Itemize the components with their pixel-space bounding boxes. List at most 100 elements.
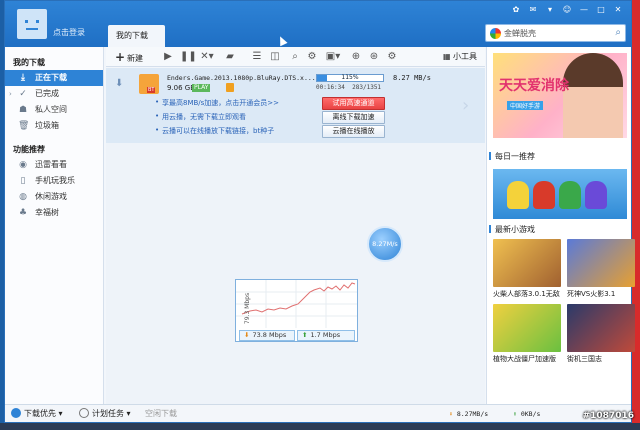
speed-graph-plot: [236, 280, 357, 328]
sidebar-item-label: 手机玩我乐: [35, 176, 75, 185]
sidebar-item-mobile[interactable]: ▯ 手机玩我乐: [5, 173, 103, 189]
sort-list-icon[interactable]: ☰: [251, 50, 263, 64]
tools-button[interactable]: ▦ 小工具: [441, 50, 479, 64]
idle-download-button[interactable]: 空闲下载: [145, 408, 177, 420]
game-caption: 火柴人部落3.0.1无敌: [493, 290, 560, 298]
search-task-icon[interactable]: ⌕: [289, 50, 301, 64]
sidebar-section-downloads: 我的下载: [13, 58, 45, 67]
task-speed: 8.27 MB/s: [393, 74, 431, 82]
ad-figure: [563, 53, 623, 138]
settings-gear-icon[interactable]: ⚙: [386, 50, 398, 64]
expand-panel-icon[interactable]: ›: [462, 95, 469, 116]
download-task-row[interactable]: ⬇ BT Enders.Game.2013.1080p.BluRay.DTS.x…: [106, 68, 485, 143]
chat-icon[interactable]: ✉: [528, 6, 538, 14]
sidebar-item-completed[interactable]: › ✓ 已完成: [5, 86, 103, 102]
sidebar-item-private[interactable]: ☗ 私人空间: [5, 102, 103, 118]
ad-sub: 中国好手游: [507, 101, 544, 110]
vip-badge-icon[interactable]: [226, 83, 234, 92]
game-caption: 植物大战僵尸加速版: [493, 355, 556, 363]
sidebar-item-tree[interactable]: ♣ 幸福树: [5, 205, 103, 221]
new-games-title: 最新小游戏: [489, 225, 535, 234]
sidebar-item-label: 休闲游戏: [35, 192, 67, 201]
close-icon[interactable]: ✕: [613, 6, 623, 14]
sidebar-item-label: 正在下载: [35, 73, 67, 82]
task-time: 00:16:34 283/1351: [316, 84, 381, 91]
search-icon[interactable]: ⌕: [615, 27, 621, 38]
down-arrow-icon: ⬇: [244, 331, 250, 339]
sidebar-item-downloading[interactable]: ⤓ 正在下载: [5, 70, 103, 86]
graph-down-value: 73.8 Mbps: [252, 331, 287, 339]
task-filename: Enders.Game.2013.1080p.BluRay.DTS.x...: [167, 74, 316, 82]
priority-label: 下载优先: [24, 409, 56, 418]
game-tile[interactable]: 植物大战僵尸加速版: [493, 304, 561, 364]
play-badge[interactable]: PLAY: [192, 84, 211, 92]
thunder-window: 点击登录 我的下载 ✿ ✉ ▾ ☺ — □ ✕ ⌕ 我的下载 ⤓ 正在下载 › …: [4, 0, 635, 423]
new-task-button[interactable]: + 新建: [114, 50, 144, 64]
tree-icon: ♣: [18, 208, 28, 218]
phone-icon: ▯: [20, 176, 26, 186]
game-thumbnail: [493, 304, 561, 352]
sidebar-item-kankan[interactable]: ◉ 迅雷看看: [5, 157, 103, 173]
open-folder-button[interactable]: ▰: [224, 50, 236, 64]
watermark: #1087016: [582, 411, 634, 421]
daily-recommend-banner[interactable]: [493, 169, 627, 219]
up-arrow-icon: ⬆: [302, 331, 308, 339]
download-icon: ⤓: [21, 73, 25, 83]
offline-download-button[interactable]: 离线下载加速: [322, 111, 385, 124]
tip-vip-link[interactable]: 享最高8MB/s加速，点击开通会员>>: [155, 98, 279, 108]
avatar[interactable]: [17, 9, 47, 39]
user-icon: ☗: [18, 105, 28, 115]
game-tile[interactable]: 街机三国志: [567, 304, 635, 364]
sidebar-item-games[interactable]: ◍ 休闲游戏: [5, 189, 103, 205]
task-elapsed: 00:16:34: [316, 84, 345, 91]
status-bar: 下载优先 ▾ 计划任务 ▾ 空闲下载 ⬇ 8.27MB/s ⬆ 0KB/s: [5, 404, 631, 422]
scheduled-task-button[interactable]: 计划任务 ▾: [79, 408, 131, 420]
game-caption: 街机三国志: [567, 355, 602, 363]
cloud-play-button[interactable]: 云播在线播放: [322, 125, 385, 138]
share-icon[interactable]: ⊛: [368, 50, 380, 64]
pause-button[interactable]: ❚❚: [180, 50, 197, 64]
ad-brand: 天天爱消除: [499, 78, 569, 94]
game-tile[interactable]: 死神VS火影3.1: [567, 239, 635, 299]
sidebar-item-label: 垃圾箱: [35, 121, 59, 130]
web-icon[interactable]: ▣▾: [324, 50, 342, 64]
download-arrow-icon: ⬇: [115, 78, 124, 89]
tools-grid-icon: ▦: [442, 52, 454, 61]
download-list: ⬇ BT Enders.Game.2013.1080p.BluRay.DTS.x…: [106, 68, 485, 404]
search-input[interactable]: [504, 27, 604, 39]
search-engine-icon[interactable]: [490, 28, 501, 39]
menu-icon[interactable]: ▾: [545, 6, 555, 14]
priority-icon: [11, 408, 21, 418]
task-pieces: 283/1351: [352, 84, 382, 91]
login-link[interactable]: 点击登录: [53, 27, 85, 38]
recommend-panel: 天天爱消除 中国好手游 每日一推荐 最新小游戏 火柴人部落3.0.1无敌 死神V…: [486, 47, 635, 404]
start-button[interactable]: ▶: [162, 50, 174, 64]
tools-label: 小工具: [453, 52, 478, 61]
download-priority-toggle[interactable]: 下载优先 ▾: [11, 408, 63, 420]
tip-cloud-play[interactable]: 用云播，无需下载立即观看: [155, 112, 246, 122]
sidebar-item-label: 已完成: [35, 89, 59, 98]
gamepad-icon: ◍: [19, 192, 27, 202]
maximize-icon[interactable]: □: [596, 6, 606, 14]
new-task-label: 新建: [127, 54, 144, 63]
skin-icon[interactable]: ✿: [511, 6, 521, 14]
schedule-label: 计划任务: [92, 409, 124, 418]
game-tile[interactable]: 火柴人部落3.0.1无敌: [493, 239, 561, 299]
ad-banner[interactable]: 天天爱消除 中国好手游: [493, 53, 627, 138]
sidebar-item-trash[interactable]: 🗑 垃圾箱: [5, 118, 103, 134]
expand-chevron-icon[interactable]: ›: [9, 86, 12, 102]
feedback-icon[interactable]: ☺: [562, 6, 572, 14]
sidebar-item-label: 迅雷看看: [35, 160, 67, 169]
settings-icon[interactable]: ⚙: [306, 50, 318, 64]
tip-cloud-bt[interactable]: 云播可以在线播放下载链接，bt种子: [155, 126, 274, 136]
daily-recommend-title: 每日一推荐: [489, 152, 535, 161]
sidebar-section-recommend: 功能推荐: [13, 145, 45, 154]
status-down-speed: ⬇ 8.27MB/s: [449, 408, 488, 420]
upload-icon[interactable]: ⊕: [350, 50, 362, 64]
trial-speed-button[interactable]: 试用高速通道: [322, 97, 385, 110]
details-icon[interactable]: ◫: [269, 50, 281, 64]
minimize-icon[interactable]: —: [579, 6, 589, 14]
delete-button[interactable]: ✕▾: [198, 50, 216, 64]
tab-my-downloads[interactable]: 我的下载: [108, 25, 165, 47]
speed-bubble[interactable]: 8.27M/s: [367, 226, 403, 262]
